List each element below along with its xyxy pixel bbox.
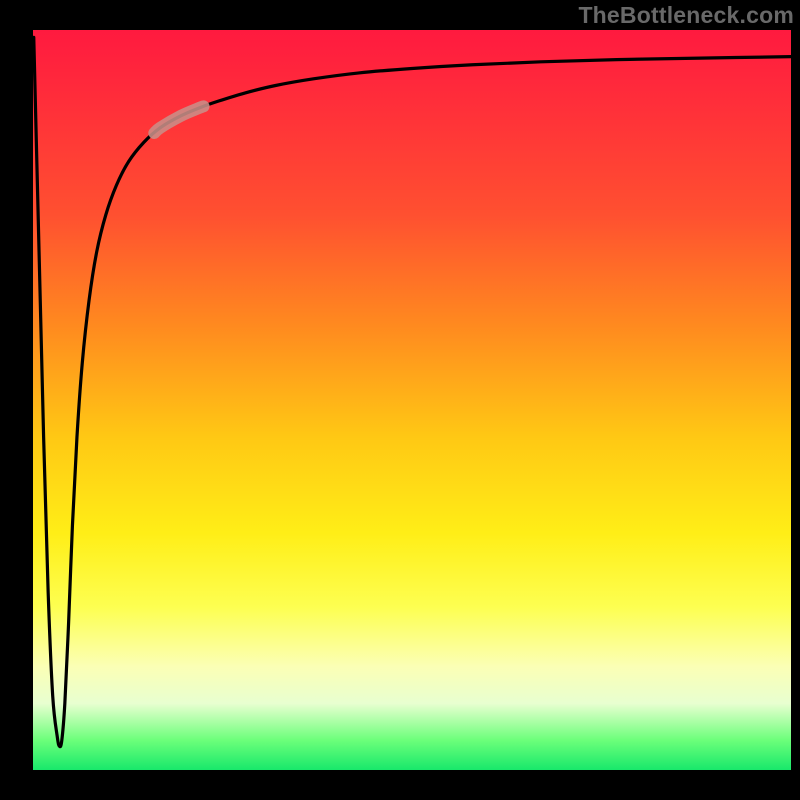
bottleneck-curve	[34, 37, 791, 746]
curve-layer	[33, 30, 791, 770]
chart-stage: TheBottleneck.com	[0, 0, 800, 800]
plot-area	[33, 30, 791, 770]
highlight-segment	[154, 106, 203, 133]
watermark-text: TheBottleneck.com	[578, 2, 794, 29]
